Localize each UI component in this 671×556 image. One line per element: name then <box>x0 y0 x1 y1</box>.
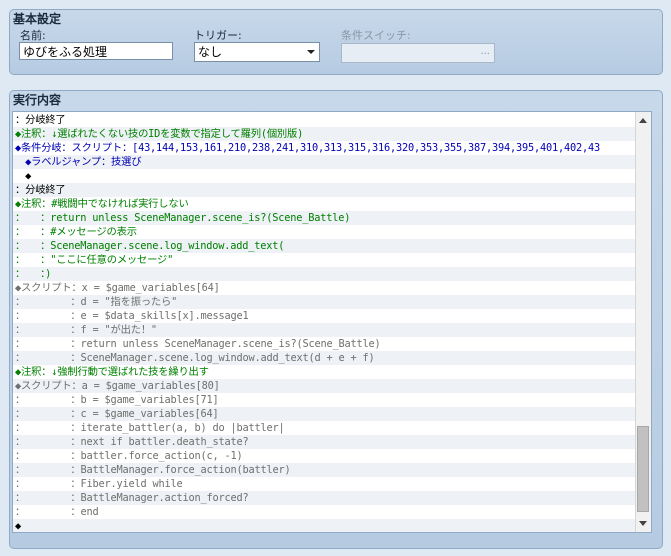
command-row[interactable]: ： ：#メッセージの表示 <box>13 225 635 239</box>
command-row[interactable]: ： ：iterate_battler(a, b) do |battler| <box>13 421 635 435</box>
command-row[interactable]: ： ：b = $game_variables[71] <box>13 393 635 407</box>
command-row[interactable]: ： ：c = $game_variables[64] <box>13 407 635 421</box>
command-rows: ：分岐終了 ◆注釈：↓選ばれたくない技のIDを変数で指定して羅列(個別版) ◆条件分… <box>13 113 635 532</box>
command-row[interactable]: ◆ <box>13 169 635 183</box>
command-row[interactable]: ： ：f = "が出た！" <box>13 323 635 337</box>
condition-switch-label: 条件スイッチ: <box>341 29 411 42</box>
arrow-up-icon[interactable] <box>639 118 647 123</box>
command-row[interactable]: ： ：battler.force_action(c, -1) <box>13 449 635 463</box>
event-command-list[interactable]: ：分岐終了 ◆注釈：↓選ばれたくない技のIDを変数で指定して羅列(個別版) ◆条件分… <box>12 111 652 533</box>
trigger-select[interactable]: なし <box>194 42 320 62</box>
arrow-down-icon[interactable] <box>639 521 647 526</box>
basic-settings-title: 基本設定 <box>13 12 62 26</box>
command-row[interactable]: ◆条件分岐：スクリプト：[43,144,153,161,210,238,241,… <box>13 141 635 155</box>
command-row[interactable]: ： ：return unless SceneManager.scene_is?(… <box>13 337 635 351</box>
condition-switch-button: ... <box>480 46 490 57</box>
command-row[interactable]: ： ：) <box>13 267 635 281</box>
command-row[interactable]: ： ：d = "指を振ったら" <box>13 295 635 309</box>
trigger-label: トリガー: <box>194 29 242 42</box>
command-row[interactable]: ： ：return unless SceneManager.scene_is?(… <box>13 211 635 225</box>
command-row[interactable]: ： ：next if battler.death_state? <box>13 435 635 449</box>
command-row[interactable]: ：分岐終了 <box>13 113 635 127</box>
command-row[interactable]: ： ：SceneManager.scene.log_window.add_tex… <box>13 351 635 365</box>
execution-title: 実行内容 <box>13 93 62 107</box>
command-row[interactable]: ： ：Fiber.yield while <box>13 477 635 491</box>
command-row[interactable]: ： ："ここに任意のメッセージ" <box>13 253 635 267</box>
command-row[interactable]: ◆スクリプト：x = $game_variables[64] <box>13 281 635 295</box>
command-row[interactable]: ： ：end <box>13 505 635 519</box>
trigger-value: なし <box>198 45 223 59</box>
condition-switch-field: ... <box>341 43 495 63</box>
command-row[interactable]: ◆注釈：↓選ばれたくない技のIDを変数で指定して羅列(個別版) <box>13 127 635 141</box>
command-row[interactable]: ◆注釈：↓強制行動で選ばれた技を繰り出す <box>13 365 635 379</box>
command-row[interactable]: ： ：SceneManager.scene.log_window.add_tex… <box>13 239 635 253</box>
vertical-scrollbar[interactable] <box>635 112 651 532</box>
command-row[interactable]: ：分岐終了 <box>13 183 635 197</box>
command-row[interactable]: ◆ラベルジャンプ：技選び <box>13 155 635 169</box>
name-input[interactable]: ゆびをふる処理 <box>19 42 173 60</box>
name-label: 名前: <box>20 29 46 42</box>
scrollbar-thumb[interactable] <box>637 426 649 512</box>
command-row[interactable]: ： ：BattleManager.action_forced? <box>13 491 635 505</box>
command-row[interactable]: ◆スクリプト：a = $game_variables[80] <box>13 379 635 393</box>
command-row[interactable]: ◆注釈：#戦闘中でなければ実行しない <box>13 197 635 211</box>
command-row[interactable]: ： ：e = $data_skills[x].message1 <box>13 309 635 323</box>
chevron-down-icon <box>307 50 315 54</box>
command-row[interactable]: ： ：BattleManager.force_action(battler) <box>13 463 635 477</box>
command-row[interactable]: ◆ <box>13 519 635 532</box>
